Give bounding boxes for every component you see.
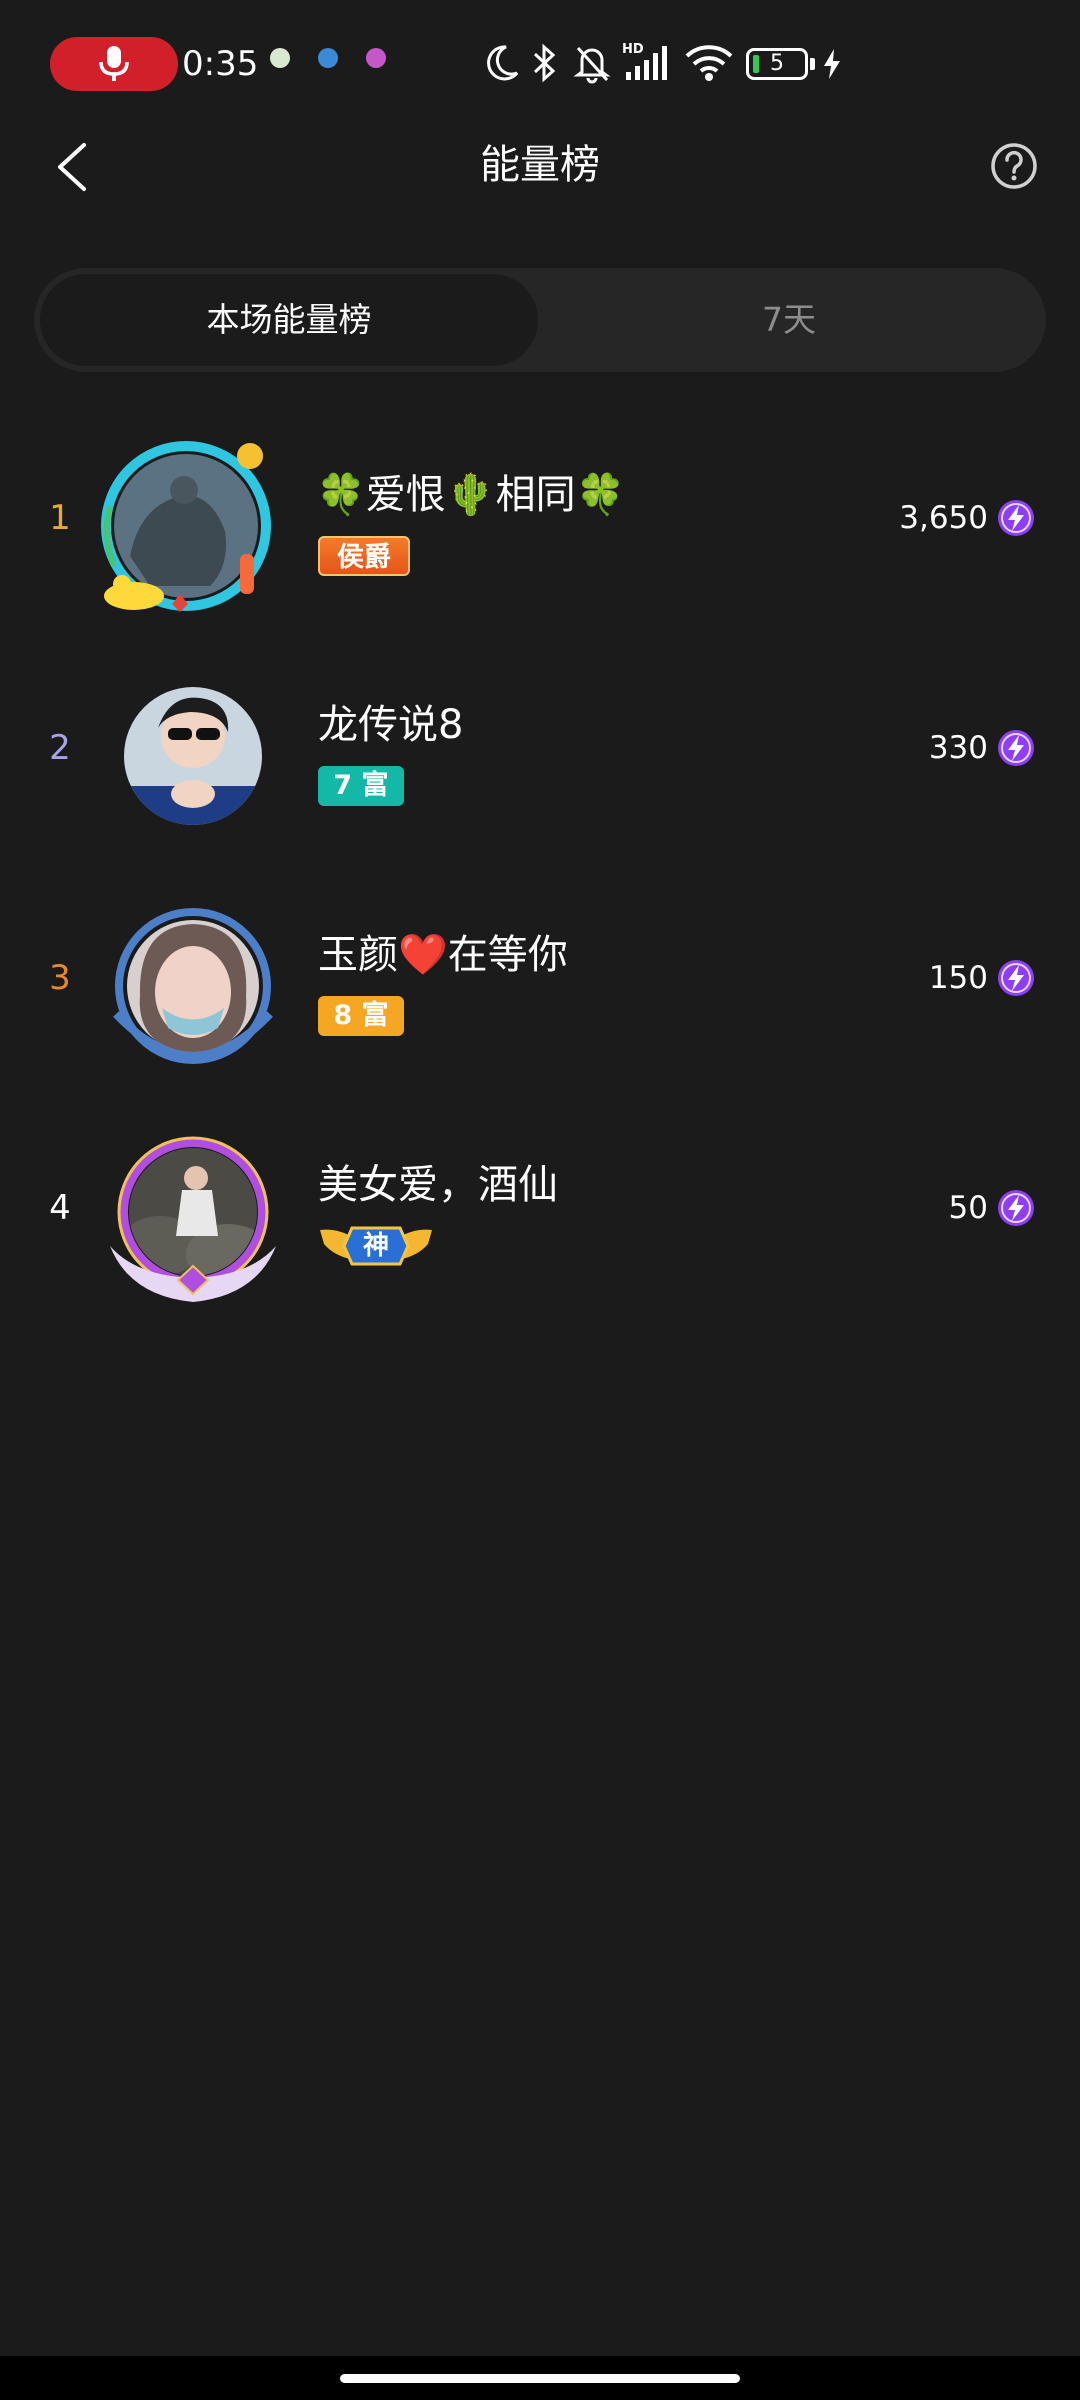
- rank-number: 2: [49, 728, 71, 768]
- energy-bolt-icon: [998, 960, 1034, 996]
- question-circle-icon: [991, 143, 1037, 189]
- help-button[interactable]: [984, 136, 1044, 196]
- user-name: 🍀爱恨🌵相同🍀: [316, 472, 626, 518]
- wifi-icon: [685, 45, 733, 81]
- ranking-list: 1 🍀爱恨🌵相同🍀 侯爵 3,650 2 龙传说8 7 富 330 3 玉颜❤️…: [0, 406, 1080, 1326]
- home-indicator[interactable]: [340, 2374, 740, 2383]
- avatar-frame: [100, 896, 286, 1082]
- bluetooth-icon: [533, 43, 556, 83]
- app-notification-icon: [270, 48, 290, 68]
- rank-badge: 7 富: [318, 766, 404, 806]
- recording-indicator[interactable]: [50, 37, 178, 91]
- navigation-bar: [0, 2356, 1080, 2400]
- bell-muted-icon: [573, 46, 611, 84]
- rank-badge: 侯爵: [318, 536, 410, 576]
- app-notification-icon: [318, 48, 338, 68]
- rank-badge: 8 富: [318, 996, 404, 1036]
- avatar-frame: [100, 666, 286, 852]
- avatar-frame: [100, 436, 286, 622]
- energy-score: 150: [928, 960, 988, 996]
- tab-current-session[interactable]: 本场能量榜: [40, 274, 538, 366]
- user-name: 玉颜❤️在等你: [318, 932, 568, 978]
- battery-cap: [810, 58, 815, 70]
- status-bar: 0:35 HD 5: [0, 0, 1080, 130]
- energy-bolt-icon: [998, 730, 1034, 766]
- ranking-row[interactable]: 1 🍀爱恨🌵相同🍀 侯爵 3,650: [0, 406, 1080, 636]
- app-notification-icon: [366, 48, 386, 68]
- hd-signal-icon: HD: [622, 42, 667, 80]
- ranking-row[interactable]: 3 玉颜❤️在等你 8 富 150: [0, 866, 1080, 1096]
- status-time: 0:35: [182, 44, 259, 84]
- battery-level-text: 5: [770, 51, 784, 76]
- energy-bolt-icon: [998, 1190, 1034, 1226]
- ranking-tabs: 本场能量榜 7天: [34, 268, 1046, 372]
- avatar-frame: [100, 1126, 286, 1312]
- user-name: 美女爱，酒仙: [318, 1162, 558, 1208]
- charging-icon: [824, 49, 840, 79]
- tab-7-days[interactable]: 7天: [538, 274, 1040, 366]
- header: 能量榜: [0, 120, 1080, 210]
- ranking-row[interactable]: 2 龙传说8 7 富 330: [0, 636, 1080, 866]
- energy-score: 50: [948, 1190, 988, 1226]
- rank-number: 1: [49, 498, 71, 538]
- user-name: 龙传说8: [318, 702, 464, 748]
- energy-score: 330: [928, 730, 988, 766]
- svg-text:HD: HD: [622, 42, 644, 57]
- microphone-icon: [99, 46, 129, 81]
- rank-number: 4: [49, 1188, 71, 1228]
- rank-badge: 神: [318, 1220, 434, 1272]
- page-title: 能量榜: [480, 142, 600, 188]
- ranking-row[interactable]: 4 美女爱，酒仙 神 50: [0, 1096, 1080, 1326]
- badge-label: 神: [362, 1231, 389, 1261]
- energy-bolt-icon: [998, 500, 1034, 536]
- energy-score: 3,650: [899, 500, 988, 536]
- rank-number: 3: [49, 958, 71, 998]
- battery-icon: 5: [746, 48, 808, 80]
- moon-icon: [487, 45, 519, 81]
